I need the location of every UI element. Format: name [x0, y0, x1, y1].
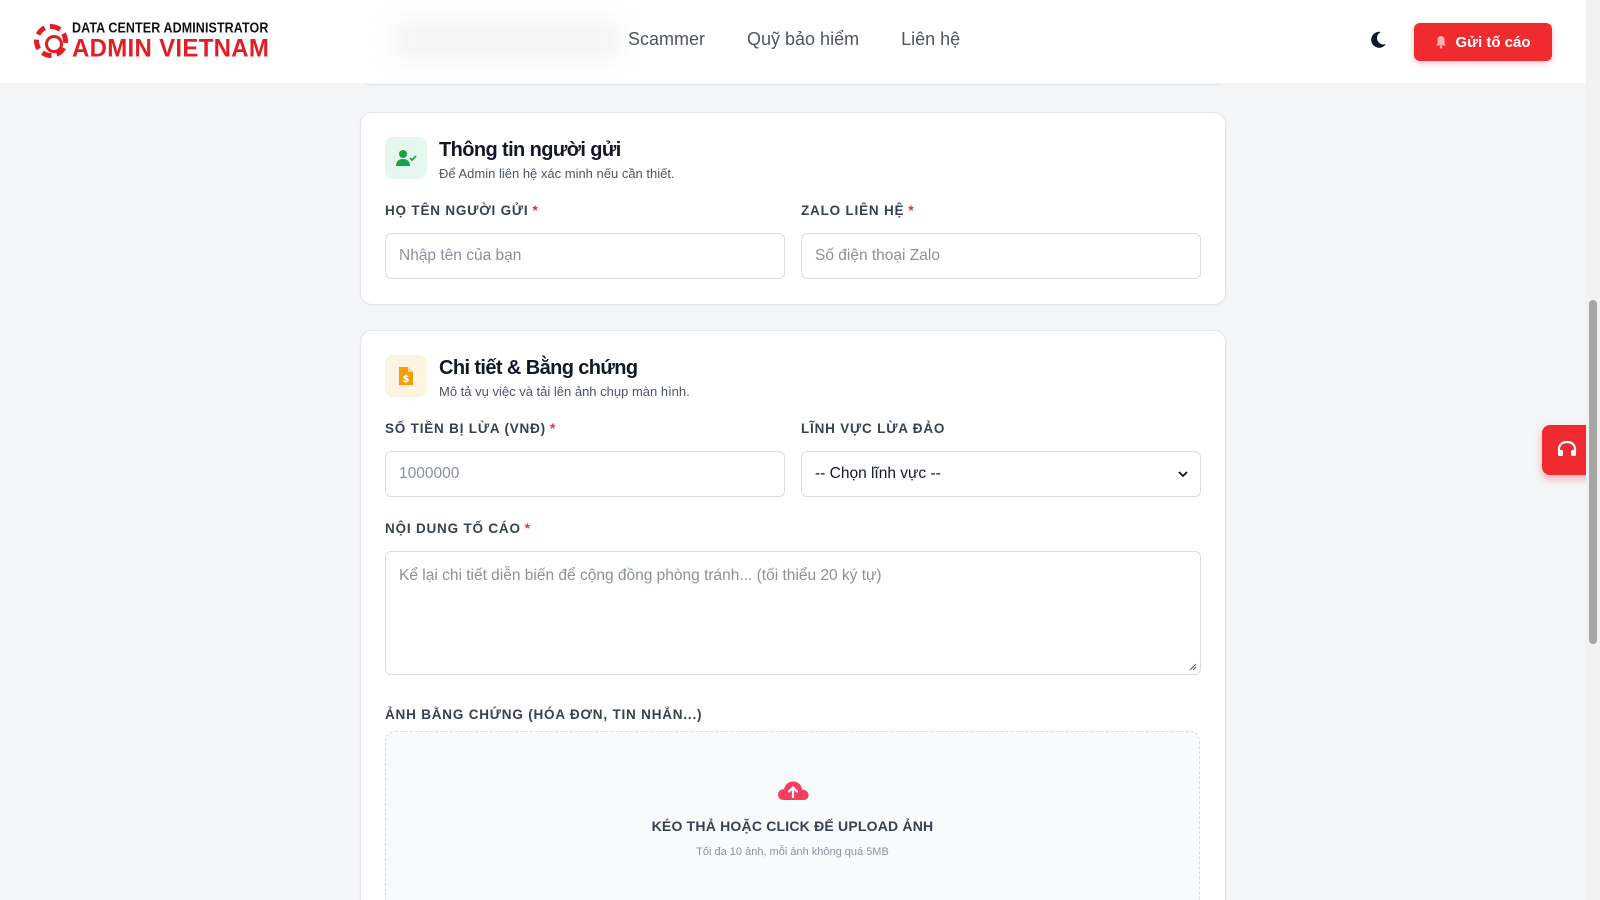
amount-label: SỐ TIỀN BỊ LỪA (VNĐ) *: [385, 421, 557, 436]
page-scrollbar[interactable]: [1586, 0, 1600, 900]
chevron-down-icon: [1178, 471, 1188, 478]
search-ghost: [392, 20, 622, 60]
upload-dropzone[interactable]: KÉO THẢ HOẶC CLICK ĐỂ UPLOAD ẢNH Tối đa …: [385, 731, 1200, 900]
evidence-label: ẢNH BẰNG CHỨNG (HÓA ĐƠN, TIN NHẮN...): [385, 707, 703, 722]
site-logo[interactable]: DATA CENTER ADMINISTRATOR ADMIN VIETNAM: [34, 19, 270, 63]
content-label: NỘI DUNG TỐ CÁO *: [385, 521, 531, 536]
svg-text:$: $: [403, 374, 410, 385]
headset-icon: [1557, 440, 1577, 456]
logo-gear-icon: [34, 24, 68, 59]
bell-icon: [1436, 36, 1447, 49]
fraud-field-label: LĨNH VỰC LỪA ĐẢO: [801, 421, 946, 436]
section-title: Chi tiết & Bằng chứng: [439, 357, 638, 379]
nav-insurance-fund[interactable]: Quỹ bảo hiểm: [747, 29, 859, 50]
name-label: HỌ TÊN NGƯỜI GỬI *: [385, 203, 539, 218]
upload-hint: Tối đa 10 ảnh, mỗi ảnh không quá 5MB: [696, 846, 889, 858]
fraud-field-select[interactable]: -- Chọn lĩnh vực --: [801, 451, 1201, 497]
nav-scammer[interactable]: Scammer: [628, 29, 705, 50]
resize-handle-icon[interactable]: [1189, 663, 1197, 671]
scrollbar-thumb[interactable]: [1589, 300, 1597, 644]
section-subtitle: Mô tả vụ việc và tải lên ảnh chụp màn hì…: [439, 384, 690, 399]
zalo-label: ZALO LIÊN HỆ *: [801, 203, 915, 218]
report-button-label: Gửi tố cáo: [1455, 33, 1531, 51]
top-navbar: DATA CENTER ADMINISTRATOR ADMIN VIETNAM …: [0, 0, 1586, 83]
logo-subtitle: DATA CENTER ADMINISTRATOR: [72, 19, 269, 37]
report-button[interactable]: Gửi tố cáo: [1414, 23, 1552, 61]
user-check-icon: [385, 137, 427, 179]
upload-title: KÉO THẢ HOẶC CLICK ĐỂ UPLOAD ẢNH: [651, 818, 934, 834]
main-nav: Scammer Quỹ bảo hiểm Liên hệ: [628, 29, 960, 50]
sender-info-card: Thông tin người gửi Để Admin liên hệ xác…: [360, 112, 1226, 305]
details-evidence-card: $ Chi tiết & Bằng chứng Mô tả vụ việc và…: [360, 330, 1226, 900]
moon-icon[interactable]: [1368, 30, 1388, 50]
logo-title: ADMIN VIETNAM: [72, 33, 270, 63]
nav-contact[interactable]: Liên hệ: [901, 29, 960, 50]
name-input[interactable]: Nhập tên của bạn: [385, 233, 785, 279]
content-textarea[interactable]: Kể lại chi tiết diễn biến để cộng đồng p…: [385, 551, 1201, 675]
section-title: Thông tin người gửi: [439, 139, 621, 161]
zalo-input[interactable]: Số điện thoại Zalo: [801, 233, 1201, 279]
file-dollar-icon: $: [385, 355, 427, 397]
support-chat-button[interactable]: [1542, 425, 1592, 475]
amount-input[interactable]: 1000000: [385, 451, 785, 497]
cloud-upload-icon: [778, 781, 809, 800]
section-subtitle: Để Admin liên hệ xác minh nếu cần thiết.: [439, 166, 675, 181]
